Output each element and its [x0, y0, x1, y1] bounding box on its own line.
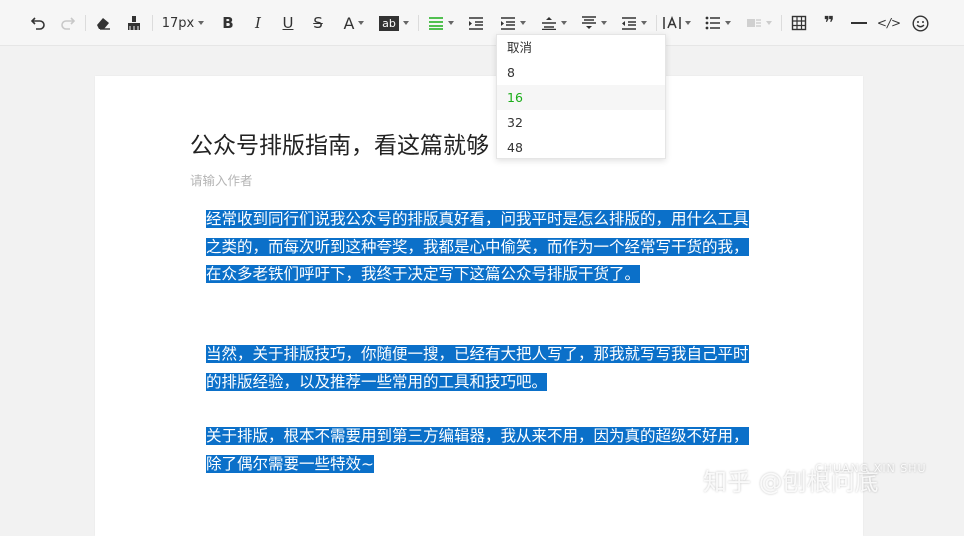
redo-button[interactable]: [58, 10, 78, 36]
chevron-down-icon: [198, 21, 205, 25]
chevron-down-icon: [358, 21, 365, 25]
article-paragraph[interactable]: 当然，关于排版技巧，你随便一搜，已经有大把人写了，那我就写写我自己平时的排版经验…: [206, 341, 752, 396]
insert-code-button[interactable]: </>: [877, 10, 901, 36]
clear-format-button[interactable]: [92, 10, 114, 36]
author-input[interactable]: 请输入作者: [190, 170, 253, 189]
paragraph-spacing-button[interactable]: [538, 10, 570, 36]
letter-spacing-icon: [663, 16, 681, 29]
chevron-down-icon: [601, 21, 607, 25]
editor-toolbar: 17px B I U S A ab ❞ </>: [0, 0, 964, 46]
article-paragraph[interactable]: 经常收到同行们说我公众号的排版真好看，问我平时是怎么排版的，用什么工具之类的，而…: [206, 206, 752, 289]
text-indent-button[interactable]: [618, 10, 650, 36]
background-color-button[interactable]: ab: [379, 10, 409, 36]
line-height-button[interactable]: [497, 10, 529, 36]
redo-icon: [61, 17, 76, 30]
code-icon: </>: [876, 16, 902, 30]
chevron-down-icon: [641, 21, 647, 25]
line-height-icon: [501, 17, 515, 30]
undo-button[interactable]: [28, 10, 48, 36]
font-color-button[interactable]: A: [338, 10, 370, 36]
indent-button[interactable]: [465, 10, 487, 36]
dropdown-item-32[interactable]: 32: [497, 110, 665, 135]
dropdown-item-48[interactable]: 48: [497, 135, 665, 160]
selected-text: 当然，关于排版技巧，你随便一搜，已经有大把人写了，那我就写写我自己平时的排版经验…: [206, 345, 749, 391]
paragraph-spacing-after-button[interactable]: [578, 10, 610, 36]
strikethrough-button[interactable]: S: [308, 10, 328, 36]
article-title[interactable]: 公众号排版指南，看这篇就够: [190, 126, 489, 160]
selected-text: 关于排版，根本不需要用到第三方编辑器，我从来不用，因为真的超级不好用，除了偶尔需…: [206, 427, 749, 473]
paragraph-spacing-icon: [582, 16, 596, 29]
quote-icon: ❞: [823, 12, 835, 34]
italic-button[interactable]: I: [248, 10, 268, 36]
dropdown-item-cancel[interactable]: 取消: [497, 35, 665, 60]
dropdown-item-8[interactable]: 8: [497, 60, 665, 85]
list-icon: [705, 16, 720, 30]
indent-icon: [622, 17, 636, 30]
table-icon: [791, 15, 807, 31]
article-paragraph[interactable]: 关于排版，根本不需要用到第三方编辑器，我从来不用，因为真的超级不好用，除了偶尔需…: [206, 423, 752, 478]
background-color-glyph: ab: [379, 15, 399, 31]
chevron-down-icon: [448, 21, 454, 25]
chevron-down-icon: [520, 21, 526, 25]
letter-spacing-button[interactable]: [661, 10, 693, 36]
paragraph-spacing-icon: [542, 17, 556, 30]
bold-button[interactable]: B: [218, 10, 238, 36]
clear-format-icon: [97, 18, 110, 30]
font-size-value: 17px: [161, 15, 195, 31]
format-painter-icon: [128, 16, 140, 30]
toolbar-divider: [418, 15, 419, 31]
chevron-down-icon: [725, 21, 731, 25]
undo-icon: [30, 17, 45, 30]
indent-icon: [469, 17, 483, 30]
chevron-down-icon: [766, 21, 772, 25]
toolbar-divider: [781, 15, 782, 31]
list-button[interactable]: [702, 10, 734, 36]
insert-quote-button[interactable]: ❞: [818, 10, 840, 36]
dropdown-item-16[interactable]: 16: [497, 85, 665, 110]
font-color-glyph: A: [343, 13, 355, 33]
emoji-icon: [911, 14, 929, 32]
toolbar-divider: [656, 15, 657, 31]
insert-table-button[interactable]: [788, 10, 810, 36]
chevron-down-icon: [685, 21, 691, 25]
watermark-sub: CHUANG XIN SHU: [815, 462, 927, 475]
align-button[interactable]: [426, 10, 456, 36]
insert-emoji-button[interactable]: [909, 10, 931, 36]
format-painter-button[interactable]: [124, 10, 144, 36]
insert-divider-button[interactable]: [848, 10, 870, 36]
selected-text: 经常收到同行们说我公众号的排版真好看，问我平时是怎么排版的，用什么工具之类的，而…: [206, 210, 749, 283]
font-size-select[interactable]: 17px: [158, 10, 208, 36]
toolbar-divider: [152, 15, 153, 31]
chevron-down-icon: [561, 21, 567, 25]
align-icon: [429, 17, 443, 30]
divider-icon: [851, 22, 867, 24]
spacing-dropdown-menu: 取消 8 16 32 48: [496, 34, 666, 159]
image-align-button[interactable]: [743, 10, 775, 36]
toolbar-divider: [85, 15, 86, 31]
chevron-down-icon: [402, 21, 409, 25]
underline-button[interactable]: U: [278, 10, 298, 36]
image-align-icon: [747, 19, 761, 27]
